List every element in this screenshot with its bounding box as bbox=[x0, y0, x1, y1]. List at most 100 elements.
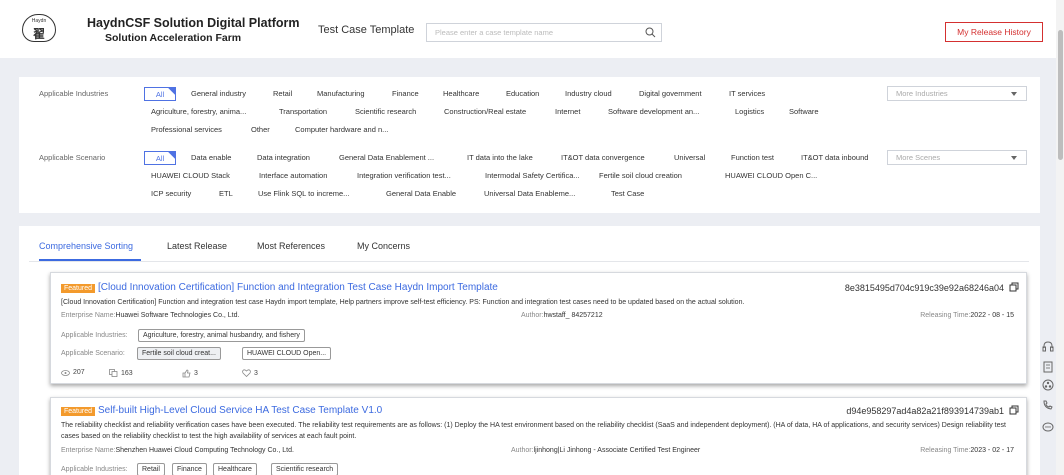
industry-option[interactable]: Agriculture, forestry, anima... bbox=[151, 107, 246, 116]
tab-most-references[interactable]: Most References bbox=[257, 241, 325, 251]
author: Author:hwstaff_ 84257212 bbox=[521, 312, 603, 319]
favorites-stat[interactable]: 3 bbox=[242, 369, 258, 377]
industry-option[interactable]: Digital government bbox=[639, 89, 702, 98]
enterprise-value: Shenzhen Huawei Cloud Computing Technolo… bbox=[115, 447, 294, 454]
card-title[interactable]: Self-built High-Level Cloud Service HA T… bbox=[98, 405, 382, 416]
industry-option[interactable]: Software development an... bbox=[608, 107, 699, 116]
industry-option[interactable]: Internet bbox=[555, 107, 580, 116]
release-value: 2023 - 02 - 17 bbox=[970, 447, 1014, 454]
featured-badge: Featured bbox=[61, 407, 96, 416]
template-card[interactable]: Featured [Cloud Innovation Certification… bbox=[50, 272, 1027, 384]
haydn-logo[interactable]: Haydn 翟 bbox=[22, 14, 56, 42]
references-stat: 163 bbox=[109, 369, 133, 377]
scenario-option[interactable]: Function test bbox=[731, 153, 774, 162]
scenario-option[interactable]: Universal bbox=[674, 153, 705, 162]
scenario-option[interactable]: Integration verification test... bbox=[357, 171, 451, 180]
card-id: d94e958297ad4a82a21f893914739ab1 bbox=[846, 406, 1004, 416]
more-scenes-label: More Scenes bbox=[896, 153, 941, 162]
tab-latest-release[interactable]: Latest Release bbox=[167, 241, 227, 251]
share-icon[interactable] bbox=[1041, 378, 1055, 392]
scenario-option[interactable]: Test Case bbox=[611, 189, 644, 198]
scenario-option[interactable]: Intermodal Safety Certifica... bbox=[485, 171, 580, 180]
scenario-option[interactable]: General Data Enable bbox=[386, 189, 456, 198]
search-box[interactable] bbox=[426, 23, 662, 42]
search-icon[interactable] bbox=[645, 27, 656, 38]
scenario-option[interactable]: HUAWEI CLOUD Open C... bbox=[725, 171, 817, 180]
scenario-option[interactable]: HUAWEI CLOUD Stack bbox=[151, 171, 230, 180]
logo-glyph: 翟 bbox=[32, 27, 45, 41]
scenario-option[interactable]: ICP security bbox=[151, 189, 191, 198]
industry-option[interactable]: Other bbox=[251, 125, 270, 134]
scenario-all-chip[interactable]: All bbox=[144, 151, 176, 165]
industry-option[interactable]: Software bbox=[789, 107, 819, 116]
scenario-label: Applicable Scenario bbox=[39, 153, 106, 162]
views-stat: 207 bbox=[61, 369, 85, 376]
scenario-tag[interactable]: Fertile soil cloud creat... bbox=[137, 347, 221, 360]
industries-all-chip[interactable]: All bbox=[144, 87, 176, 101]
industry-option[interactable]: Industry cloud bbox=[565, 89, 612, 98]
card-title[interactable]: [Cloud Innovation Certification] Functio… bbox=[98, 282, 498, 293]
scenario-option[interactable]: Universal Data Enableme... bbox=[484, 189, 575, 198]
industry-option[interactable]: Finance bbox=[392, 89, 419, 98]
chevron-down-icon bbox=[1011, 92, 1017, 96]
industry-option[interactable]: Scientific research bbox=[355, 107, 416, 116]
more-industries-dropdown[interactable]: More Industries bbox=[887, 86, 1027, 101]
reference-icon bbox=[109, 369, 118, 377]
industry-option[interactable]: Healthcare bbox=[443, 89, 479, 98]
more-industries-label: More Industries bbox=[896, 89, 948, 98]
releasing-time: Releasing Time:2023 - 02 - 17 bbox=[920, 447, 1014, 454]
industry-option[interactable]: IT services bbox=[729, 89, 765, 98]
document-icon[interactable] bbox=[1041, 360, 1055, 374]
likes-stat[interactable]: 3 bbox=[182, 369, 198, 378]
industry-tag[interactable]: Retail bbox=[137, 463, 165, 475]
industry-option[interactable]: Retail bbox=[273, 89, 292, 98]
search-input[interactable] bbox=[427, 24, 627, 41]
industry-option[interactable]: Professional services bbox=[151, 125, 222, 134]
scenario-option[interactable]: Data integration bbox=[257, 153, 310, 162]
headset-icon[interactable] bbox=[1041, 340, 1055, 354]
scenario-option[interactable]: Interface automation bbox=[259, 171, 327, 180]
scenario-option[interactable]: Use Flink SQL to increme... bbox=[258, 189, 349, 198]
industry-option[interactable]: Logistics bbox=[735, 107, 764, 116]
scenario-option[interactable]: IT&OT data convergence bbox=[561, 153, 645, 162]
scenario-label: Applicable Scenario: bbox=[61, 350, 125, 357]
industry-option[interactable]: Manufacturing bbox=[317, 89, 365, 98]
chat-icon[interactable] bbox=[1041, 420, 1055, 434]
scenario-option[interactable]: Fertile soil cloud creation bbox=[599, 171, 682, 180]
tab-comprehensive-sorting[interactable]: Comprehensive Sorting bbox=[39, 241, 133, 251]
industry-option[interactable]: Computer hardware and n... bbox=[295, 125, 388, 134]
industry-tag[interactable]: Healthcare bbox=[213, 463, 257, 475]
platform-subtitle: Solution Acceleration Farm bbox=[105, 32, 242, 44]
references-count: 163 bbox=[121, 369, 133, 377]
more-scenes-dropdown[interactable]: More Scenes bbox=[887, 150, 1027, 165]
copy-icon[interactable] bbox=[1009, 405, 1019, 415]
author-label: Author: bbox=[511, 447, 534, 454]
active-tab-indicator bbox=[39, 259, 141, 261]
industries-label: Applicable Industries: bbox=[61, 466, 128, 473]
industry-option[interactable]: Construction/Real estate bbox=[444, 107, 526, 116]
industry-tag[interactable]: Finance bbox=[172, 463, 207, 475]
page-scrollbar[interactable] bbox=[1056, 0, 1064, 475]
scenario-tag[interactable]: HUAWEI CLOUD Open... bbox=[242, 347, 332, 360]
industry-tag[interactable]: Scientific research bbox=[271, 463, 339, 475]
industry-tag[interactable]: Agriculture, forestry, animal husbandry,… bbox=[138, 329, 305, 342]
tab-my-concerns[interactable]: My Concerns bbox=[357, 241, 410, 251]
scenario-option[interactable]: IT data into the lake bbox=[467, 153, 533, 162]
my-release-history-button[interactable]: My Release History bbox=[945, 22, 1043, 42]
scenario-option[interactable]: ETL bbox=[219, 189, 233, 198]
scenario-option[interactable]: General Data Enablement ... bbox=[339, 153, 434, 162]
release-value: 2022 - 08 - 15 bbox=[970, 312, 1014, 319]
thumbs-up-icon[interactable] bbox=[182, 369, 191, 378]
template-card[interactable]: Featured Self-built High-Level Cloud Ser… bbox=[50, 397, 1027, 475]
industry-option[interactable]: Transportation bbox=[279, 107, 327, 116]
scenario-option[interactable]: IT&OT data inbound bbox=[801, 153, 868, 162]
release-label: Releasing Time: bbox=[920, 447, 971, 454]
phone-icon[interactable] bbox=[1041, 398, 1055, 412]
scrollbar-thumb[interactable] bbox=[1058, 30, 1063, 160]
industry-option[interactable]: General industry bbox=[191, 89, 246, 98]
industry-option[interactable]: Education bbox=[506, 89, 539, 98]
copy-icon[interactable] bbox=[1009, 282, 1019, 292]
scenario-option[interactable]: Data enable bbox=[191, 153, 231, 162]
heart-icon[interactable] bbox=[242, 369, 251, 377]
likes-count: 3 bbox=[194, 370, 198, 377]
